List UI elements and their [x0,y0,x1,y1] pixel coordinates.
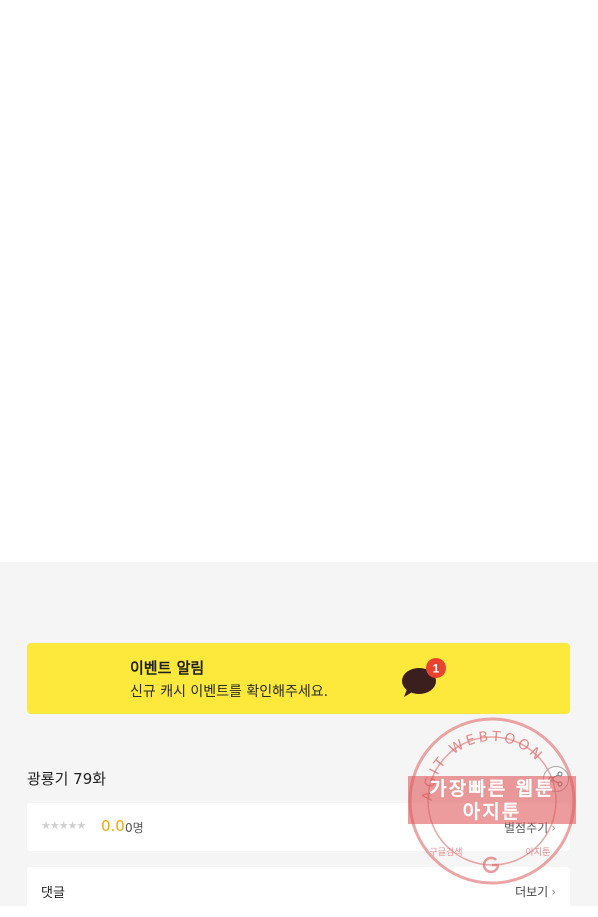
rating-card: ★★★★★ 0.0 0명 별점주기 › [27,803,570,851]
comment-title: 댓글 [41,886,65,901]
rate-button[interactable]: 별점주기 › [504,819,556,836]
rate-button-label: 별점주기 [504,821,549,835]
more-button-label: 더보기 [515,885,549,899]
episode-footer: 이벤트 알림 신규 캐시 이벤트를 확인해주세요. 1 광룡기 79화 ★★★★… [0,562,598,917]
notification-badge-count: 1 [433,662,440,676]
webtoon-viewer-area [0,0,598,562]
event-banner-description: 신규 캐시 이벤트를 확인해주세요. [130,684,329,700]
more-comments-button[interactable]: 더보기 › [515,883,556,900]
chevron-right-icon: › [551,821,556,835]
rating-count: 0명 [125,821,144,835]
chevron-right-icon: › [551,885,556,899]
chat-bubble-icon: 1 [402,658,446,697]
rating-stars: ★★★★★ [41,819,86,832]
event-banner-title: 이벤트 알림 [130,659,205,677]
comment-card: 댓글 더보기 › [27,867,570,917]
episode-title: 광룡기 79화 [27,770,107,788]
event-banner[interactable]: 이벤트 알림 신규 캐시 이벤트를 확인해주세요. 1 [27,643,570,714]
share-button[interactable] [542,765,570,793]
rating-score: 0.0 [101,817,125,835]
